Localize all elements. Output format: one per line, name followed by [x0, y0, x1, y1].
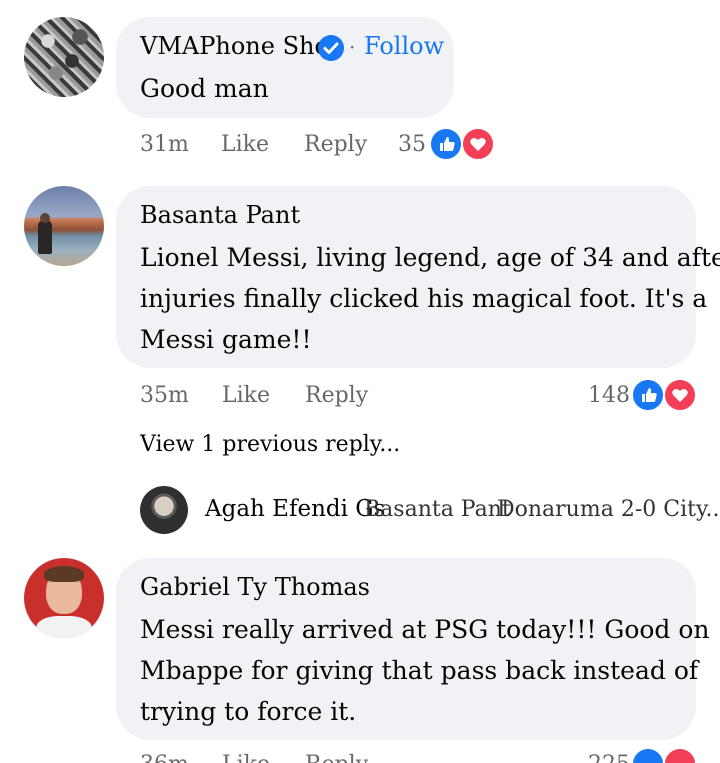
comment-time[interactable]: 36m	[140, 752, 189, 763]
like-button[interactable]: Like	[222, 383, 270, 408]
follow-button[interactable]: Follow	[364, 32, 444, 60]
reply-button[interactable]: Reply	[304, 132, 367, 157]
reply-preview-text[interactable]: Donaruma 2-0 City...	[497, 497, 720, 522]
love-reaction-icon	[663, 378, 697, 412]
like-reaction-icon	[631, 378, 665, 412]
comment-text-line: injuries finally clicked his magical foo…	[140, 284, 708, 313]
comment-thread: VMAPhone Shop · Follow Good man 31m Like…	[0, 0, 720, 763]
like-button[interactable]: Like	[221, 132, 269, 157]
comment-author[interactable]: VMAPhone Shop	[140, 32, 344, 60]
comment-text-line: Messi game!!	[140, 325, 312, 354]
comment-text-line: Messi really arrived at PSG today!!! Goo…	[140, 615, 710, 644]
avatar[interactable]	[24, 558, 104, 638]
separator-dot: ·	[349, 35, 356, 59]
verified-badge-icon	[318, 35, 344, 61]
reply-mention[interactable]: Basanta Pant	[364, 497, 511, 522]
comment-time[interactable]: 31m	[140, 132, 189, 157]
reaction-count[interactable]: 148	[588, 383, 630, 408]
avatar[interactable]	[140, 486, 188, 534]
comment-text-line: Lionel Messi, living legend, age of 34 a…	[140, 243, 720, 272]
comment-text-line: trying to force it.	[140, 697, 357, 726]
comment-author[interactable]: Basanta Pant	[140, 201, 300, 229]
comment-author[interactable]: Gabriel Ty Thomas	[140, 573, 370, 601]
comment-text-line: Mbappe for giving that pass back instead…	[140, 656, 699, 685]
love-reaction-icon	[663, 747, 697, 763]
reaction-count[interactable]: 35	[398, 132, 426, 157]
comment-time[interactable]: 35m	[140, 383, 189, 408]
reaction-count[interactable]: 225	[588, 752, 630, 763]
like-reaction-icon	[429, 127, 463, 161]
view-previous-replies-link[interactable]: View 1 previous reply...	[140, 432, 400, 457]
reply-author[interactable]: Agah Efendi Gs	[205, 496, 385, 522]
reply-button[interactable]: Reply	[305, 752, 368, 763]
love-reaction-icon	[461, 127, 495, 161]
reply-button[interactable]: Reply	[305, 383, 368, 408]
like-reaction-icon	[631, 747, 665, 763]
comment-text: Good man	[140, 74, 269, 103]
avatar[interactable]	[24, 17, 104, 97]
like-button[interactable]: Like	[222, 752, 270, 763]
avatar[interactable]	[24, 186, 104, 266]
